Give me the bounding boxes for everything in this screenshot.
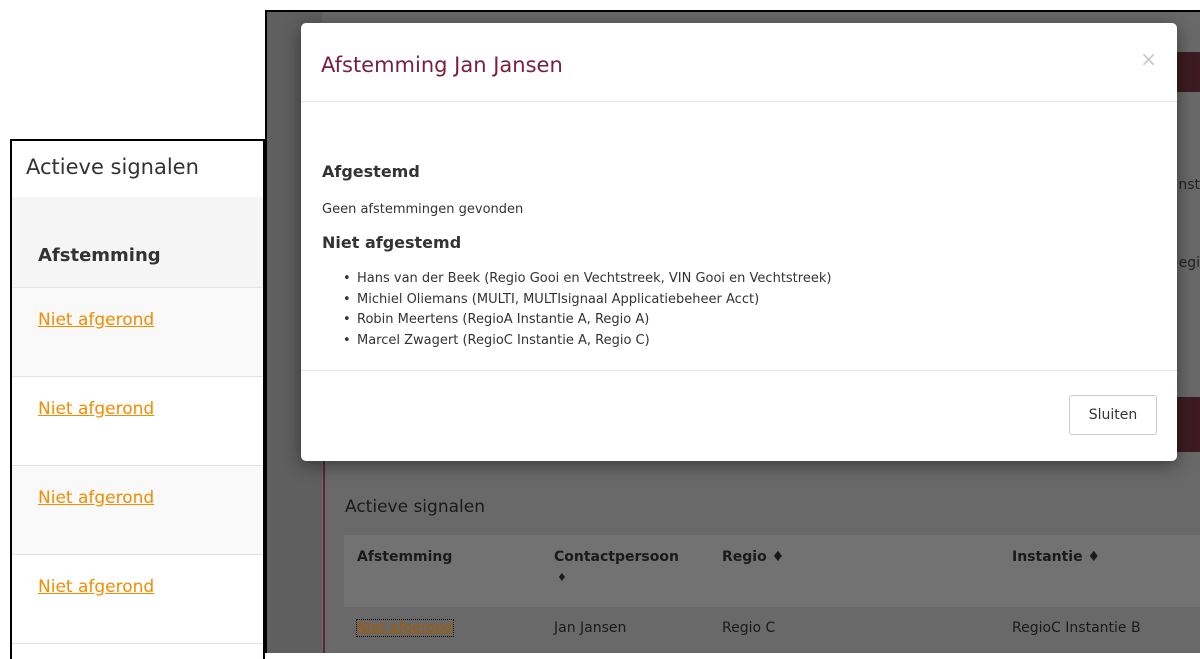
- sluiten-button[interactable]: Sluiten: [1069, 395, 1157, 435]
- modal-footer: Sluiten: [301, 370, 1177, 462]
- list-item: Marcel Zwagert (RegioC Instantie A, Regi…: [343, 331, 831, 352]
- accent-border: [323, 452, 325, 653]
- contactpersoon-cell: Jan Jansen: [554, 620, 627, 636]
- list-item: Hans van der Beek (Regio Gooi en Vechtst…: [343, 269, 831, 290]
- regio-cell: Regio C: [722, 620, 776, 636]
- afgestemd-heading: Afgestemd: [322, 162, 420, 181]
- instantie-cell: RegioC Instantie B: [1012, 620, 1141, 636]
- niet-afgestemd-heading: Niet afgestemd: [322, 233, 462, 252]
- column-header-contactpersoon[interactable]: Contactpersoon: [554, 549, 679, 565]
- list-item: Michiel Oliemans (MULTI, MULTIsignaal Ap…: [343, 290, 831, 311]
- table-row: Niet afgerond: [12, 288, 263, 377]
- background-partial-text: nst: [1178, 177, 1200, 193]
- table-header: Afstemming Contactpersoon ♦ Regio ♦ Inst…: [344, 535, 1200, 607]
- afstemming-link[interactable]: Niet afgerond: [38, 577, 154, 597]
- column-header-regio[interactable]: Regio ♦: [722, 549, 784, 565]
- sort-icon[interactable]: ♦: [557, 571, 567, 584]
- background-partial-text: egi: [1178, 255, 1200, 271]
- niet-afgestemd-list: Hans van der Beek (Regio Gooi en Vechtst…: [343, 269, 831, 351]
- zoomed-signals-panel: Actieve signalen Afstemming Niet afgeron…: [10, 139, 265, 659]
- afgestemd-empty-message: Geen afstemmingen gevonden: [322, 202, 524, 217]
- afstemming-link[interactable]: Niet afgerond: [356, 619, 454, 637]
- table-row: Niet afgerond: [12, 555, 263, 644]
- column-header-afstemming[interactable]: Afstemming: [357, 549, 452, 565]
- afstemming-link[interactable]: Niet afgerond: [38, 488, 154, 508]
- section-title: Actieve signalen: [345, 497, 485, 517]
- afstemming-link[interactable]: Niet afgerond: [38, 310, 154, 330]
- modal-title: Afstemming Jan Jansen: [321, 53, 563, 77]
- modal-body: Afgestemd Geen afstemmingen gevonden Nie…: [301, 102, 1177, 370]
- table-header: Afstemming: [12, 197, 263, 288]
- table-row: Niet afgerond: [12, 466, 263, 555]
- column-header-afstemming: Afstemming: [38, 245, 161, 266]
- column-header-instantie[interactable]: Instantie ♦: [1012, 549, 1100, 565]
- close-icon[interactable]: ×: [1140, 47, 1157, 71]
- modal-header: Afstemming Jan Jansen ×: [301, 23, 1177, 102]
- table-row: Niet afgerond: [12, 377, 263, 466]
- table-row: Niet afgerond Jan Jansen Regio C RegioC …: [344, 610, 1200, 650]
- afstemming-link[interactable]: Niet afgerond: [38, 399, 154, 419]
- afstemming-modal: Afstemming Jan Jansen × Afgestemd Geen a…: [301, 23, 1177, 461]
- list-item: Robin Meertens (RegioA Instantie A, Regi…: [343, 310, 831, 331]
- panel-title: Actieve signalen: [26, 155, 199, 179]
